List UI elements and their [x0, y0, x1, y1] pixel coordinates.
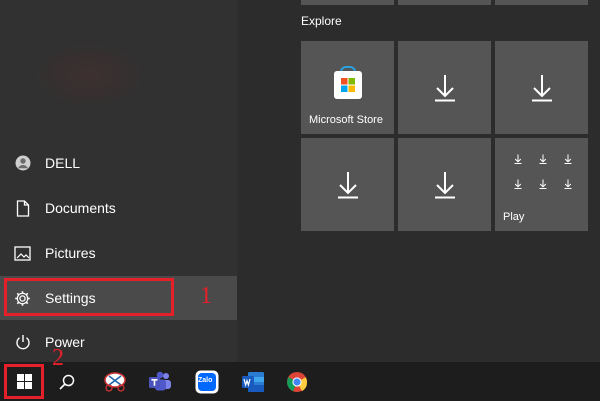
tile-download[interactable] [495, 41, 588, 134]
annotation-highlight-settings [4, 278, 174, 316]
start-menu-pictures[interactable]: Pictures [0, 231, 237, 275]
start-menu-documents[interactable]: Documents [0, 186, 237, 230]
download-icon [434, 171, 455, 198]
taskbar-zalo[interactable]: Zalo [194, 369, 220, 395]
start-menu-user-dell[interactable]: DELL [0, 141, 237, 185]
start-menu-power[interactable]: Power [0, 320, 237, 364]
user-icon [0, 141, 45, 185]
tile-strip [495, 0, 588, 5]
taskbar-teams[interactable] [147, 369, 173, 395]
section-title-explore: Explore [301, 14, 342, 28]
menu-label-dell: DELL [45, 155, 81, 171]
store-icon [334, 71, 362, 99]
tile-strip [301, 0, 394, 5]
snipping-tool-icon [104, 372, 126, 392]
menu-label-power: Power [45, 334, 85, 350]
search-icon [59, 374, 75, 390]
background-glow [30, 40, 150, 110]
tile-download[interactable] [301, 138, 394, 231]
download-icon [505, 146, 530, 171]
picture-icon [0, 231, 45, 275]
download-icon [505, 171, 530, 196]
taskbar-snipping-tool[interactable] [102, 369, 128, 395]
taskbar-chrome[interactable] [284, 369, 310, 395]
document-icon [0, 186, 45, 230]
download-icon [530, 146, 555, 171]
menu-label-pictures: Pictures [45, 245, 96, 261]
chrome-icon [286, 372, 308, 392]
download-icon [530, 171, 555, 196]
start-button[interactable] [4, 364, 44, 399]
teams-icon [149, 371, 171, 391]
taskbar-word[interactable] [240, 369, 266, 395]
tile-strip [398, 0, 491, 5]
annotation-step-1: 1 [200, 283, 212, 309]
tile-label: Play [503, 211, 525, 223]
download-icon [434, 74, 455, 101]
word-icon [242, 372, 264, 392]
windows-start-icon [16, 374, 32, 389]
search-button[interactable] [54, 369, 80, 395]
download-icon [555, 146, 580, 171]
download-icon [531, 74, 552, 101]
power-icon [0, 320, 45, 364]
download-grid-icon [505, 146, 580, 196]
download-icon [555, 171, 580, 196]
tile-label: Microsoft Store [309, 114, 383, 126]
download-icon [337, 171, 358, 198]
tile-play-folder[interactable]: Play [495, 138, 588, 231]
zalo-label: Zalo [198, 377, 213, 384]
tile-download[interactable] [398, 41, 491, 134]
tile-download[interactable] [398, 138, 491, 231]
menu-label-documents: Documents [45, 200, 116, 216]
tile-microsoft-store[interactable]: Microsoft Store [301, 41, 394, 134]
annotation-step-2: 2 [52, 345, 64, 371]
